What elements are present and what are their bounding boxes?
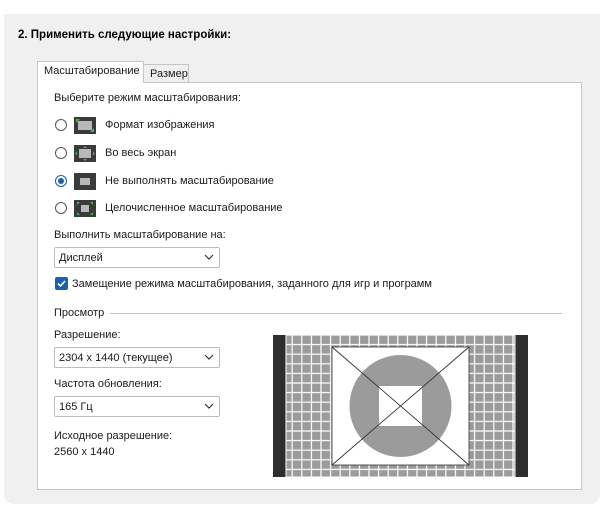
refresh-value: 165 Гц [59, 401, 93, 413]
chevron-down-icon [204, 403, 214, 409]
preview-label: Просмотр [54, 307, 105, 319]
aspect-ratio-icon [74, 117, 96, 134]
perform-on-select[interactable]: Дисплей [54, 247, 220, 268]
no-scaling-icon [74, 173, 96, 190]
tab-scaling[interactable]: Масштабирование [37, 61, 144, 83]
tab-size[interactable]: Размер [143, 64, 189, 83]
radio-no-scaling-label: Не выполнять масштабирование [105, 175, 274, 187]
radio-full-screen-label: Во весь экран [105, 147, 177, 159]
resolution-select[interactable]: 2304 x 1440 (текущее) [54, 347, 220, 368]
perform-on-label: Выполнить масштабирование на: [54, 229, 226, 241]
perform-on-value: Дисплей [59, 252, 103, 264]
radio-full-screen[interactable] [55, 147, 67, 159]
top-band [0, 0, 616, 14]
chevron-down-icon [204, 254, 214, 260]
radio-integer-scaling-label: Целочисленное масштабирование [105, 202, 283, 214]
full-screen-icon [74, 145, 96, 162]
radio-aspect-ratio[interactable] [55, 119, 67, 131]
radio-integer-scaling[interactable] [55, 202, 67, 214]
radio-aspect-ratio-label: Формат изображения [105, 119, 215, 131]
override-checkbox-label: Замещение режима масштабирования, заданн… [72, 278, 432, 290]
scaling-mode-label: Выберите режим масштабирования: [54, 92, 241, 104]
native-resolution-value: 2560 x 1440 [54, 446, 115, 458]
section-title: 2. Применить следующие настройки: [18, 29, 232, 41]
preview-divider [110, 313, 562, 314]
resolution-value: 2304 x 1440 (текущее) [59, 352, 173, 364]
chevron-down-icon [204, 354, 214, 360]
refresh-select[interactable]: 165 Гц [54, 396, 220, 417]
radio-no-scaling[interactable] [55, 175, 67, 187]
native-resolution-label: Исходное разрешение: [54, 430, 173, 442]
checkmark-icon [57, 280, 66, 288]
override-checkbox[interactable] [55, 277, 68, 290]
refresh-label: Частота обновления: [54, 378, 162, 390]
integer-scaling-icon [74, 200, 96, 217]
resolution-label: Разрешение: [54, 329, 121, 341]
test-pattern-image [273, 335, 528, 477]
preview-image [273, 335, 528, 477]
